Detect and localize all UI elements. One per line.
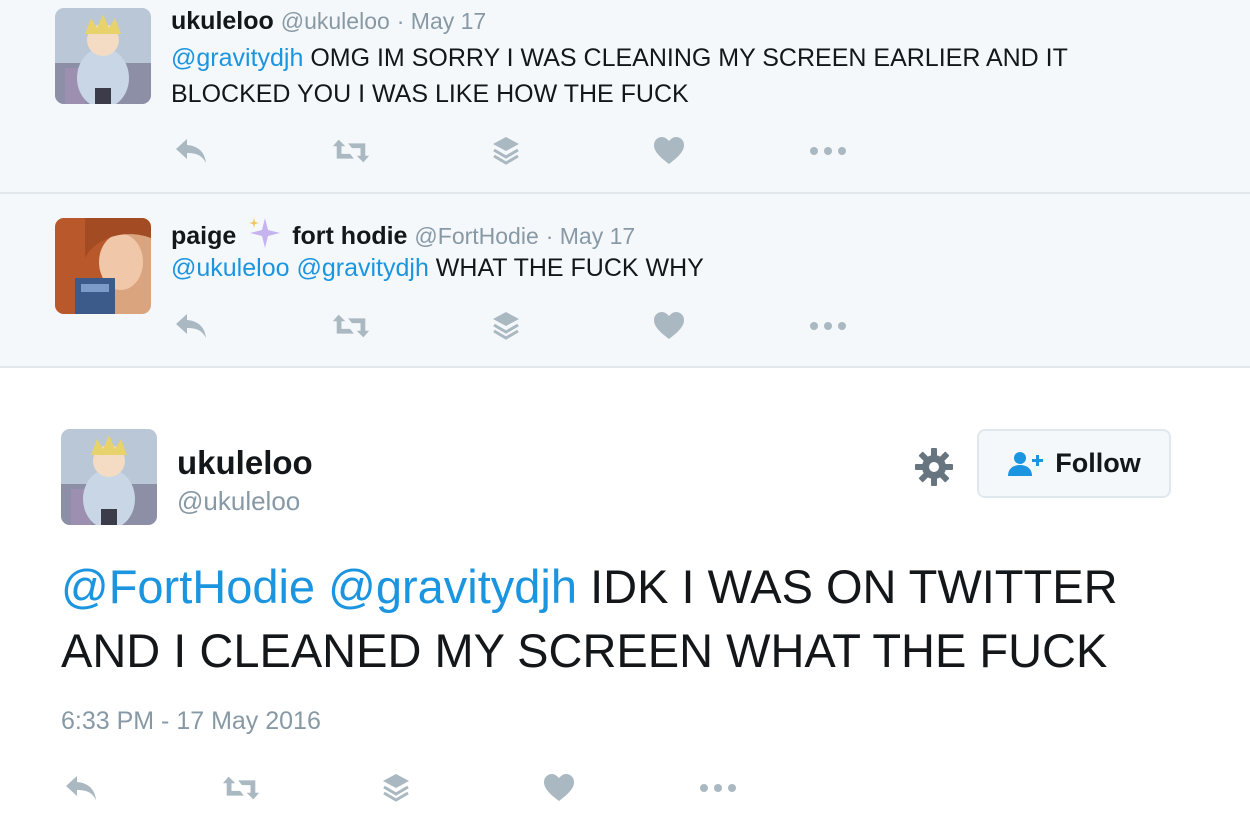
- tweet-text: @gravitydjh OMG IM SORRY I WAS CLEANING …: [171, 40, 1181, 112]
- like-button[interactable]: [649, 306, 689, 346]
- retweet-icon: [332, 139, 370, 163]
- text-line: OMG IM SORRY I WAS CLEANING MY SCREEN EA…: [310, 44, 1068, 72]
- heart-icon: [654, 137, 684, 164]
- reply-icon: [176, 139, 206, 163]
- gear-icon: [915, 448, 953, 486]
- display-name[interactable]: ukuleloo: [177, 444, 313, 482]
- retweet-icon: [222, 776, 260, 800]
- mention-link[interactable]: @gravitydjh: [296, 254, 428, 282]
- tweet-actions: [61, 768, 761, 808]
- stack-icon: [493, 312, 519, 340]
- retweet-button[interactable]: [331, 131, 371, 171]
- stack-icon: [493, 137, 519, 165]
- mention-link[interactable]: @ukuleloo: [171, 254, 290, 282]
- mention-link[interactable]: @gravitydjh: [328, 560, 577, 613]
- retweet-icon: [332, 314, 370, 338]
- tweet-actions: [171, 131, 871, 171]
- handle[interactable]: @ukuleloo: [281, 8, 390, 34]
- display-name[interactable]: ukuleloo: [171, 7, 274, 35]
- avatar[interactable]: [61, 429, 157, 525]
- sparkles-icon: [249, 218, 281, 248]
- tweet-text: @FortHodie @gravitydjh IDK I WAS ON TWIT…: [61, 555, 1191, 683]
- stack-icon: [383, 774, 409, 802]
- tweet-text: @ukuleloo @gravitydjh WHAT THE FUCK WHY: [171, 250, 1181, 286]
- heart-icon: [654, 312, 684, 339]
- reply-header: paige fort hodie @FortHodie · May 17: [171, 216, 635, 251]
- text-line: BLOCKED YOU I WAS LIKE HOW THE FUCK: [171, 80, 689, 108]
- date[interactable]: · May 17: [397, 8, 486, 34]
- retweet-button[interactable]: [331, 306, 371, 346]
- date[interactable]: · May 17: [546, 223, 635, 249]
- like-button[interactable]: [539, 768, 579, 808]
- reply-button[interactable]: [61, 768, 101, 808]
- handle[interactable]: @ukuleloo: [177, 486, 300, 517]
- text-line: WHAT THE FUCK WHY: [435, 254, 704, 282]
- timestamp[interactable]: 6:33 PM - 17 May 2016: [61, 707, 321, 736]
- more-button[interactable]: [808, 131, 848, 171]
- add-user-icon: [1008, 451, 1044, 476]
- text-line: IDK I WAS ON TWITTER: [590, 560, 1118, 613]
- more-icon: [810, 147, 846, 155]
- display-name[interactable]: paige: [171, 222, 236, 250]
- text-line: AND I CLEANED MY SCREEN WHAT THE FUCK: [61, 624, 1108, 677]
- follow-button[interactable]: Follow: [977, 429, 1171, 498]
- heart-icon: [544, 774, 574, 801]
- handle[interactable]: @FortHodie: [414, 223, 538, 249]
- stack-button[interactable]: [376, 768, 416, 808]
- reply-tweet-1: ukuleloo @ukuleloo · May 17 @gravitydjh …: [0, 0, 1250, 194]
- reply-icon: [66, 776, 96, 800]
- reply-tweet-2: paige fort hodie @FortHodie · May 17 @uk…: [0, 194, 1250, 368]
- stack-button[interactable]: [486, 131, 526, 171]
- follow-label: Follow: [1055, 448, 1141, 478]
- reply-header: ukuleloo @ukuleloo · May 17: [171, 6, 486, 36]
- more-icon: [700, 784, 736, 792]
- reply-icon: [176, 314, 206, 338]
- mention-link[interactable]: @gravitydjh: [171, 44, 303, 72]
- avatar[interactable]: [55, 218, 151, 314]
- reply-button[interactable]: [171, 131, 211, 171]
- avatar[interactable]: [55, 8, 151, 104]
- tweet-actions: [171, 306, 871, 346]
- stack-button[interactable]: [486, 306, 526, 346]
- display-name-suffix[interactable]: fort hodie: [292, 222, 407, 250]
- more-button[interactable]: [808, 306, 848, 346]
- reply-button[interactable]: [171, 306, 211, 346]
- settings-button[interactable]: [912, 445, 956, 489]
- more-icon: [810, 322, 846, 330]
- retweet-button[interactable]: [221, 768, 261, 808]
- like-button[interactable]: [649, 131, 689, 171]
- more-button[interactable]: [698, 768, 738, 808]
- mention-link[interactable]: @FortHodie: [61, 560, 315, 613]
